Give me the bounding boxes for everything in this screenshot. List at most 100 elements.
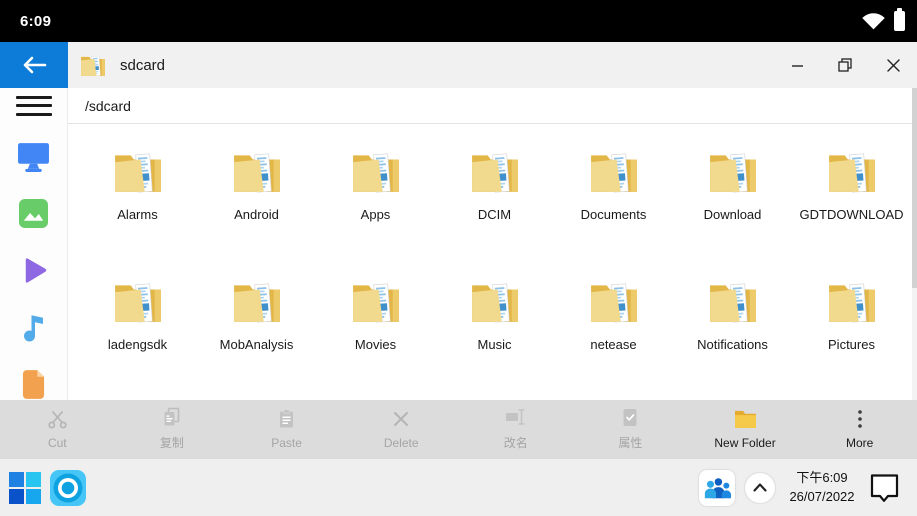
window-header: sdcard — [0, 42, 917, 88]
close-button[interactable] — [869, 42, 917, 88]
folder-item[interactable]: Download — [673, 148, 792, 278]
properties-button[interactable]: 属性 — [573, 400, 688, 458]
copy-button[interactable]: 复制 — [115, 400, 230, 458]
rename-button[interactable]: 改名 — [459, 400, 574, 458]
folder-name: Documents — [580, 207, 647, 222]
folder-item[interactable]: Movies — [316, 278, 435, 408]
folder-icon — [351, 148, 401, 194]
document-icon — [22, 369, 45, 399]
folder-item[interactable]: MobAnalysis — [197, 278, 316, 408]
tray-expand-button[interactable] — [745, 472, 775, 503]
cut-button[interactable]: Cut — [0, 400, 115, 458]
folder-name: Download — [703, 207, 762, 222]
folder-icon — [113, 278, 163, 324]
folder-icon — [470, 278, 520, 324]
folder-icon — [232, 278, 282, 324]
folder-name: MobAnalysis — [219, 337, 294, 352]
taskbar-clock[interactable]: 下午6:09 26/07/2022 — [785, 469, 859, 507]
folder-item[interactable]: Android — [197, 148, 316, 278]
more-dots-icon — [857, 409, 862, 429]
monitor-icon — [18, 143, 49, 173]
title-folder-icon — [80, 53, 106, 77]
folder-icon — [589, 148, 639, 194]
gallery-icon — [19, 199, 48, 229]
sidebar-item-music[interactable] — [17, 311, 51, 343]
play-icon — [25, 258, 47, 283]
current-path: /sdcard — [85, 97, 131, 114]
taskbar-app-button[interactable] — [49, 469, 87, 507]
clock-date: 26/07/2022 — [789, 488, 855, 504]
start-logo-icon — [26, 471, 41, 487]
sidebar-item-documents[interactable] — [17, 368, 51, 400]
clock-time: 下午6:09 — [796, 469, 848, 485]
restore-button[interactable] — [821, 42, 869, 88]
chevron-up-icon — [753, 483, 767, 492]
folder-name: Pictures — [828, 337, 875, 352]
back-arrow-icon — [23, 56, 47, 74]
folder-icon — [827, 148, 877, 194]
folder-item[interactable]: Documents — [554, 148, 673, 278]
people-button[interactable] — [699, 469, 735, 506]
folder-name: GDTDOWNLOAD — [799, 207, 904, 222]
folder-icon — [351, 278, 401, 324]
folder-item[interactable]: netease — [554, 278, 673, 408]
new-folder-icon — [734, 409, 757, 429]
paste-button[interactable]: Paste — [229, 400, 344, 458]
folder-name: Android — [234, 207, 279, 222]
scissors-icon — [48, 409, 67, 429]
folder-icon — [232, 148, 282, 194]
minimize-icon — [791, 64, 803, 67]
restore-icon — [838, 58, 852, 72]
folder-item[interactable]: Pictures — [792, 278, 911, 408]
start-button[interactable] — [9, 471, 41, 504]
folder-name: Music — [477, 337, 512, 352]
folder-item[interactable]: Music — [435, 278, 554, 408]
x-icon — [393, 409, 409, 429]
menu-button[interactable] — [15, 96, 52, 116]
window-title-bar[interactable]: sdcard — [68, 42, 917, 88]
rename-icon — [505, 407, 527, 427]
folder-item[interactable]: Notifications — [673, 278, 792, 408]
folder-name: Apps — [360, 207, 391, 222]
file-toolbar: Cut 复制 Paste Delete 改名 属性 New Folder Mor… — [0, 400, 917, 458]
vertical-scrollbar[interactable] — [912, 88, 917, 400]
wifi-icon — [862, 13, 885, 30]
folder-icon — [708, 278, 758, 324]
delete-button[interactable]: Delete — [344, 400, 459, 458]
file-browser: /sdcard Alarms Android Apps DCIM Documen… — [68, 88, 917, 400]
new-folder-button[interactable]: New Folder — [688, 400, 803, 458]
sidebar-item-computer[interactable] — [17, 141, 51, 173]
android-status-bar: 6:09 — [0, 0, 917, 42]
folder-name: Alarms — [117, 207, 158, 222]
path-bar: /sdcard — [68, 88, 917, 124]
more-button[interactable]: More — [802, 400, 917, 458]
folder-icon — [827, 278, 877, 324]
folder-item[interactable]: GDTDOWNLOAD — [792, 148, 911, 278]
folder-grid: Alarms Android Apps DCIM Documents Downl… — [68, 124, 917, 408]
music-note-icon — [23, 315, 43, 342]
back-button[interactable] — [0, 42, 68, 88]
properties-icon — [622, 407, 638, 427]
window-title: sdcard — [120, 56, 166, 74]
folder-item[interactable]: Alarms — [78, 148, 197, 278]
folder-name: Notifications — [697, 337, 768, 352]
folder-name: netease — [590, 337, 637, 352]
folder-name: ladengsdk — [107, 337, 168, 352]
chat-bubble-icon — [870, 473, 899, 502]
folder-icon — [589, 278, 639, 324]
copy-icon — [162, 407, 181, 427]
taskbar: 下午6:09 26/07/2022 — [0, 458, 917, 516]
minimize-button[interactable] — [773, 42, 821, 88]
folder-item[interactable]: DCIM — [435, 148, 554, 278]
sidebar-item-videos[interactable] — [17, 255, 51, 287]
folder-icon — [708, 148, 758, 194]
folder-item[interactable]: ladengsdk — [78, 278, 197, 408]
notifications-button[interactable] — [869, 471, 903, 505]
app-circle-icon — [50, 469, 86, 506]
start-logo-icon — [9, 471, 24, 487]
sidebar — [0, 88, 68, 400]
folder-name: Movies — [354, 337, 397, 352]
folder-item[interactable]: Apps — [316, 148, 435, 278]
folder-icon — [113, 148, 163, 194]
sidebar-item-pictures[interactable] — [17, 198, 51, 230]
